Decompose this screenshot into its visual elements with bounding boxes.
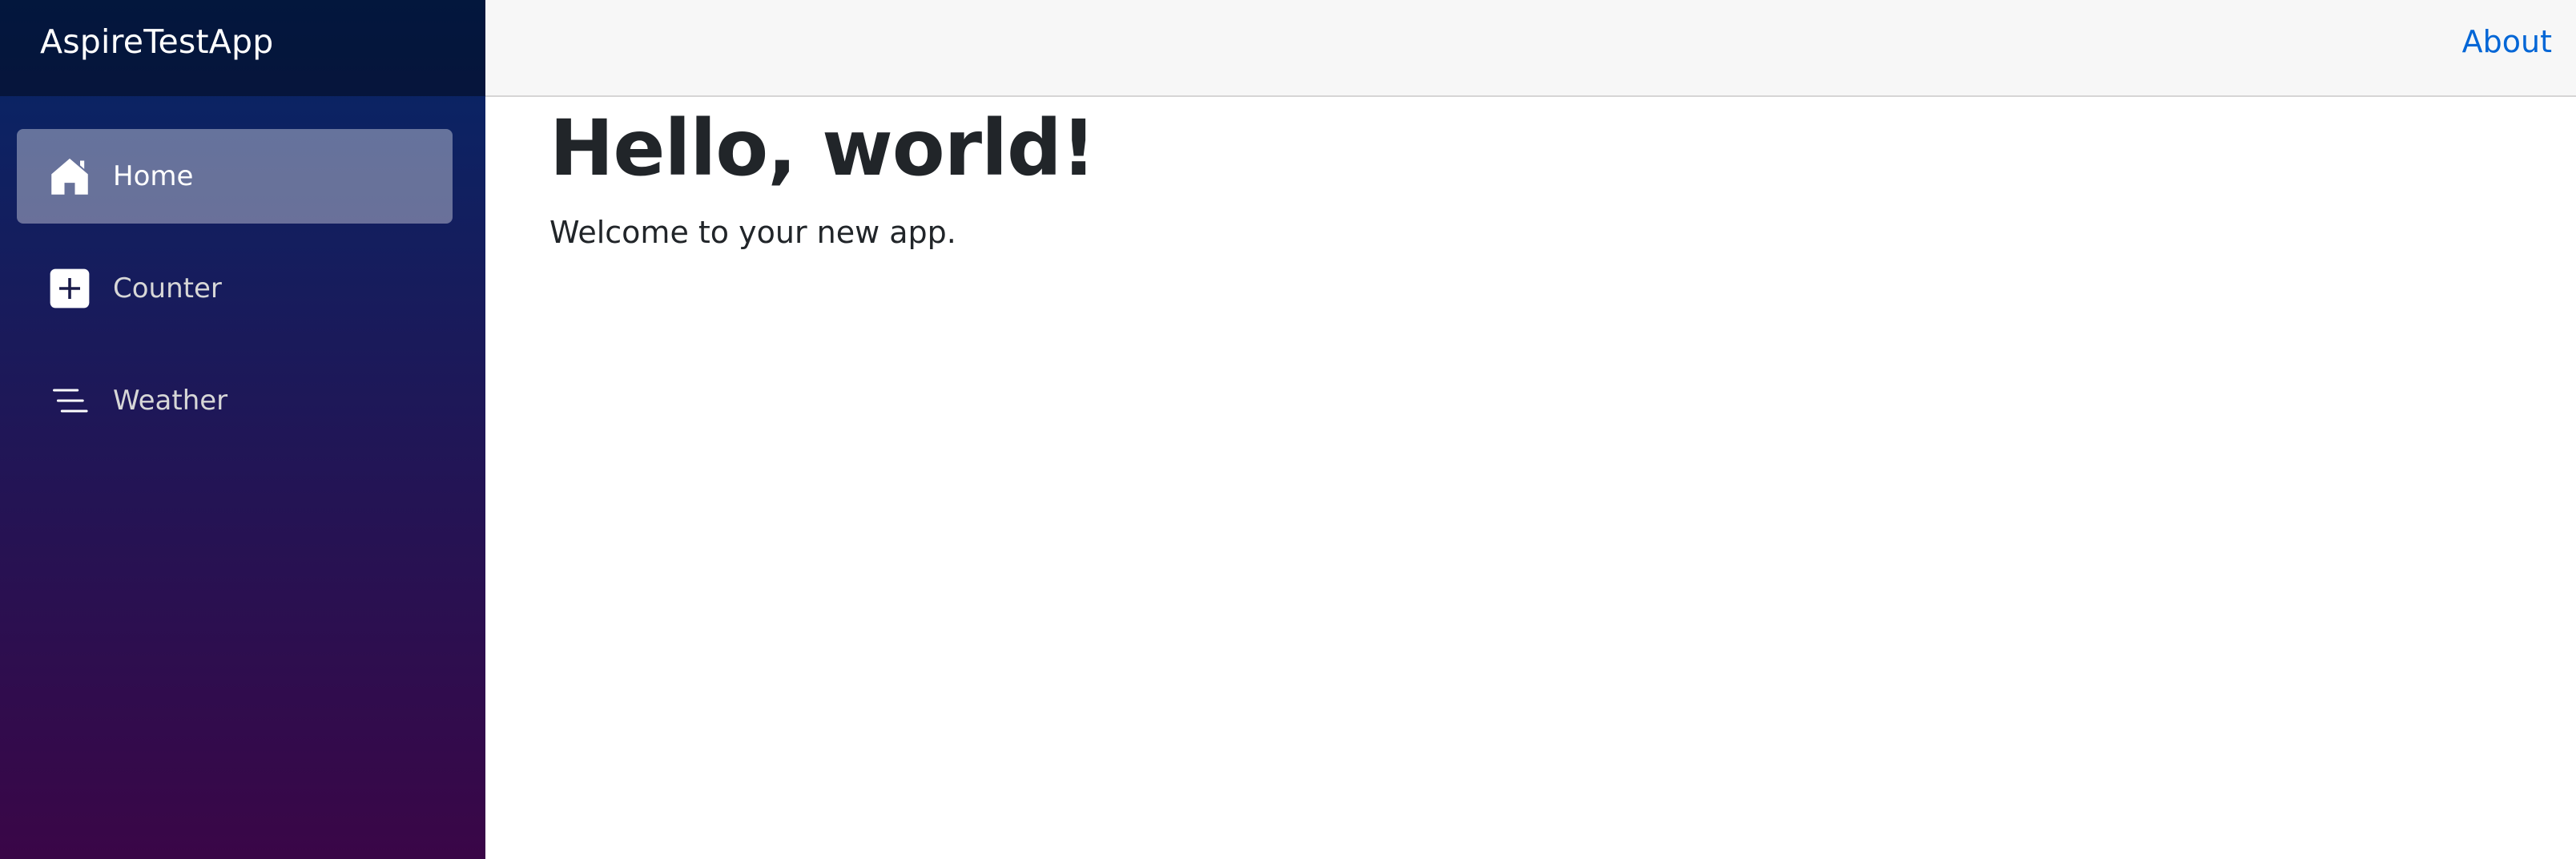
brand-bar: AspireTestApp <box>0 0 485 96</box>
sidebar-item-weather[interactable]: Weather <box>17 353 453 448</box>
sidebar-item-label: Home <box>113 160 194 192</box>
top-row: About <box>485 0 2576 97</box>
list-icon <box>49 380 91 421</box>
app-root: AspireTestApp Home Counter Weather About… <box>0 0 2576 859</box>
about-link[interactable]: About <box>2462 22 2552 61</box>
brand-link[interactable]: AspireTestApp <box>40 21 273 63</box>
page-title: Hello, world! <box>549 103 1096 193</box>
sidebar-item-label: Counter <box>113 272 222 304</box>
sidebar-item-counter[interactable]: Counter <box>17 241 453 336</box>
plus-square-icon <box>49 268 91 309</box>
sidebar: AspireTestApp Home Counter Weather <box>0 0 485 859</box>
home-icon <box>49 155 91 197</box>
welcome-text: Welcome to your new app. <box>549 215 956 250</box>
main-content: Hello, world! Welcome to your new app. <box>549 97 1096 254</box>
sidebar-item-label: Weather <box>113 385 228 417</box>
sidebar-item-home[interactable]: Home <box>17 129 453 224</box>
